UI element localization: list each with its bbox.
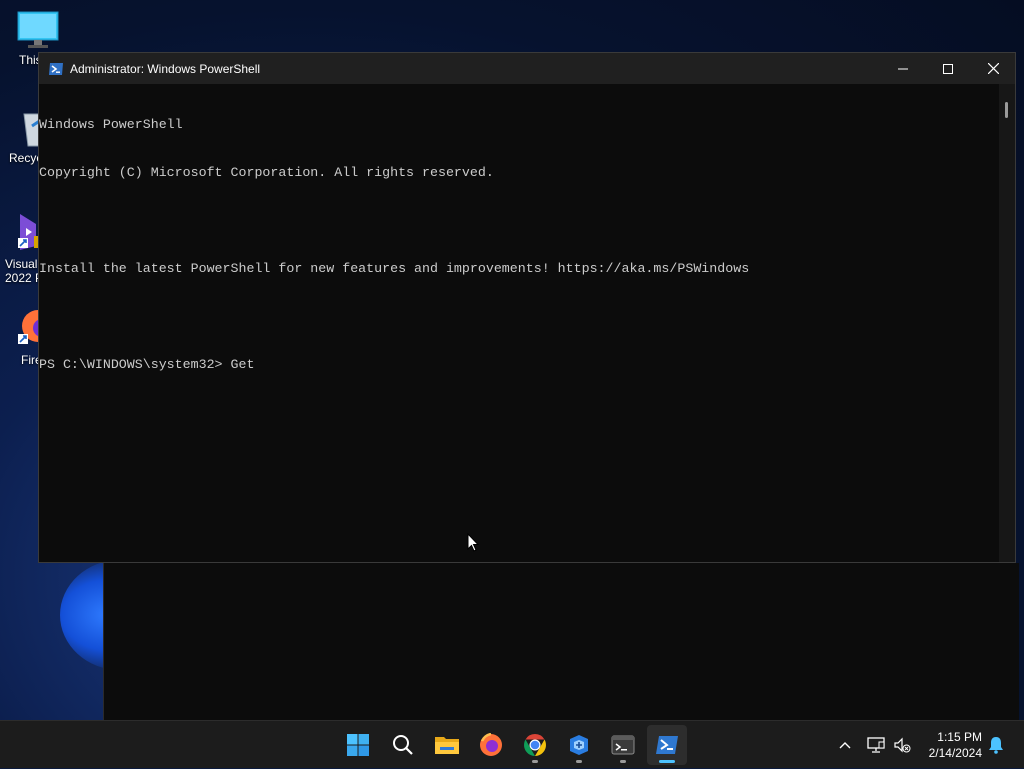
tray-volume-button[interactable] [891, 721, 913, 769]
taskbar-app[interactable] [559, 725, 599, 765]
scrollbar-thumb[interactable] [1005, 102, 1008, 118]
active-indicator [659, 760, 675, 763]
maximize-icon [943, 63, 953, 74]
search-icon [393, 735, 413, 755]
app-icon [570, 735, 588, 755]
close-button[interactable] [970, 53, 1016, 84]
running-indicator [620, 760, 626, 763]
taskbar-file-explorer[interactable] [427, 725, 467, 765]
taskbar-powershell[interactable] [647, 725, 687, 765]
window-title: Administrator: Windows PowerShell [70, 61, 261, 76]
taskbar: 1:15 PM 2/14/2024 [0, 720, 1024, 768]
running-indicator [532, 760, 538, 763]
volume-muted-icon [894, 737, 911, 753]
background-window [103, 563, 1019, 720]
taskbar-firefox[interactable] [471, 725, 511, 765]
taskbar-start-button[interactable] [338, 725, 378, 765]
taskbar-chrome[interactable] [515, 725, 555, 765]
console-line: Copyright (C) Microsoft Corporation. All… [39, 165, 494, 180]
clock-time: 1:15 PM [937, 730, 982, 744]
title-bar[interactable]: Administrator: Windows PowerShell [39, 53, 1015, 84]
clock-date: 2/14/2024 [928, 746, 982, 760]
windows-start-icon [347, 734, 369, 756]
vertical-scrollbar[interactable] [999, 84, 1015, 562]
console-prompt-line[interactable]: PS C:\WINDOWS\system32> Get [39, 357, 999, 373]
taskbar-search-button[interactable] [383, 725, 423, 765]
terminal-icon [611, 735, 635, 755]
console-line: Windows PowerShell [39, 117, 183, 132]
running-indicator [576, 760, 582, 763]
firefox-icon [480, 733, 502, 756]
taskbar-terminal[interactable] [603, 725, 643, 765]
tray-network-button[interactable] [864, 721, 888, 769]
tray-overflow-button[interactable] [834, 721, 856, 769]
maximize-button[interactable] [925, 53, 971, 84]
chrome-icon [524, 734, 546, 756]
minimize-button[interactable] [880, 53, 926, 84]
this-pc-icon [17, 11, 59, 48]
network-icon [867, 737, 885, 753]
minimize-icon [898, 68, 908, 69]
file-explorer-icon [435, 737, 459, 754]
powershell-icon [656, 736, 678, 754]
console-line: Install the latest PowerShell for new fe… [39, 261, 750, 276]
notifications-button[interactable] [984, 721, 1008, 769]
console-output[interactable]: Windows PowerShell Copyright (C) Microso… [39, 84, 999, 562]
powershell-icon [49, 62, 63, 75]
bell-icon [989, 737, 1003, 754]
mouse-cursor-icon [467, 533, 479, 552]
close-icon [987, 63, 999, 74]
chevron-up-icon [839, 742, 851, 749]
powershell-window[interactable]: Administrator: Windows PowerShell Window… [38, 52, 1016, 563]
clock[interactable]: 1:15 PM 2/14/2024 [929, 729, 982, 761]
